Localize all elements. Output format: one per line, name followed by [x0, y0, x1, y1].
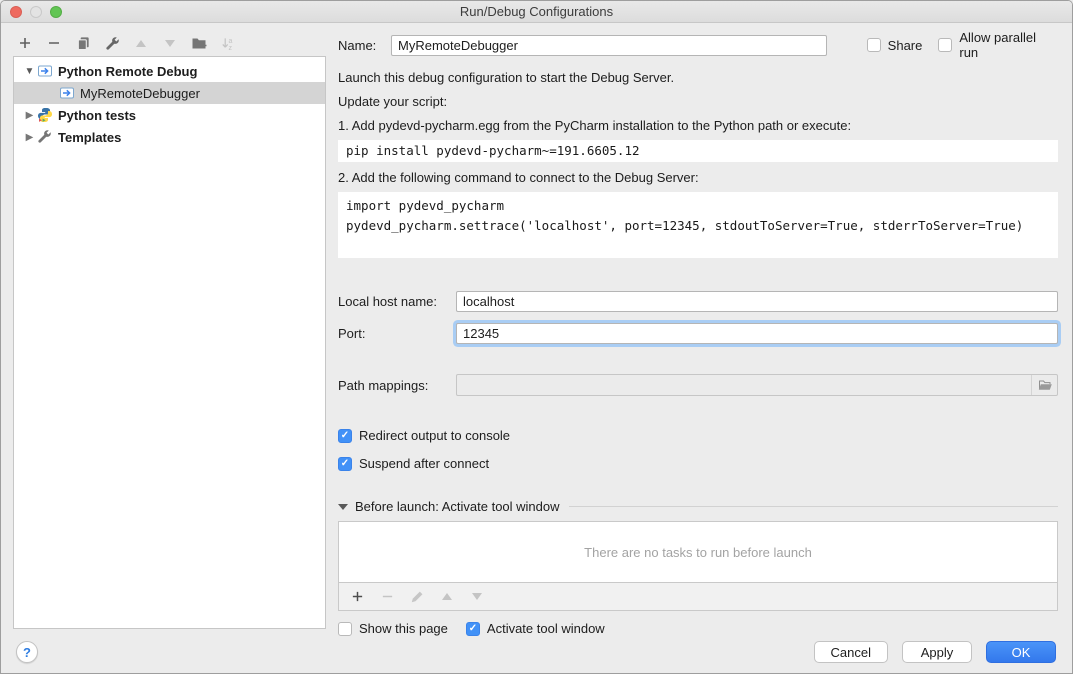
- redirect-output-label: Redirect output to console: [359, 428, 510, 443]
- suspend-after-connect-label: Suspend after connect: [359, 456, 489, 471]
- close-window-button[interactable]: [10, 6, 22, 18]
- show-this-page-label: Show this page: [359, 621, 448, 636]
- instruction-line-1: Launch this debug configuration to start…: [338, 70, 1058, 86]
- before-launch-task-list[interactable]: There are no tasks to run before launch: [338, 521, 1058, 583]
- add-icon[interactable]: [349, 589, 365, 605]
- configuration-form: Name: Share Allow parallel run Launch th…: [338, 23, 1058, 636]
- activate-tool-window-checkbox[interactable]: [466, 622, 480, 636]
- remove-icon[interactable]: [46, 35, 62, 51]
- remote-debug-icon: [59, 85, 75, 101]
- port-input[interactable]: [456, 323, 1058, 344]
- dialog-buttons: Cancel Apply OK: [814, 641, 1056, 663]
- before-launch-header: Before launch: Activate tool window: [338, 499, 1058, 514]
- run-debug-configurations-dialog: Run/Debug Configurations az ▼: [0, 0, 1073, 674]
- suspend-after-connect-checkbox[interactable]: [338, 457, 352, 471]
- move-up-icon[interactable]: [133, 35, 149, 51]
- minimize-window-button[interactable]: [30, 6, 42, 18]
- svg-text:a: a: [228, 38, 232, 45]
- path-mappings-input[interactable]: [456, 374, 1058, 396]
- allow-parallel-run-label: Allow parallel run: [959, 30, 1058, 60]
- help-button[interactable]: ?: [16, 641, 38, 663]
- chevron-down-icon[interactable]: ▼: [22, 66, 37, 77]
- tree-item-label: MyRemoteDebugger: [80, 86, 200, 101]
- name-label: Name:: [338, 38, 382, 53]
- cancel-button[interactable]: Cancel: [814, 641, 888, 663]
- instruction-line-4: 2. Add the following command to connect …: [338, 170, 1058, 186]
- move-down-icon[interactable]: [162, 35, 178, 51]
- tree-item-python-remote-debug[interactable]: ▼ Python Remote Debug: [14, 60, 325, 82]
- sort-alphabetically-icon[interactable]: az: [220, 35, 236, 51]
- tree-item-label: Python Remote Debug: [58, 64, 197, 79]
- show-this-page-checkbox[interactable]: [338, 622, 352, 636]
- collapse-icon[interactable]: [338, 504, 348, 510]
- edit-icon[interactable]: [409, 589, 425, 605]
- port-label: Port:: [338, 326, 456, 341]
- titlebar: Run/Debug Configurations: [1, 1, 1072, 23]
- ok-button[interactable]: OK: [986, 641, 1056, 663]
- wrench-icon: [37, 129, 53, 145]
- before-launch-toolbar: [338, 583, 1058, 611]
- share-checkbox[interactable]: [867, 38, 881, 52]
- add-icon[interactable]: [17, 35, 33, 51]
- remote-debug-icon: [37, 63, 53, 79]
- new-folder-icon[interactable]: [191, 35, 207, 51]
- tree-item-myremotedebugger[interactable]: MyRemoteDebugger: [14, 82, 325, 104]
- chevron-right-icon[interactable]: ▶: [22, 132, 37, 143]
- remove-icon[interactable]: [379, 589, 395, 605]
- apply-button[interactable]: Apply: [902, 641, 972, 663]
- settrace-code: import pydevd_pycharm pydevd_pycharm.set…: [338, 192, 1058, 258]
- zoom-window-button[interactable]: [50, 6, 62, 18]
- pip-install-code: pip install pydevd-pycharm~=191.6605.12: [338, 140, 1058, 162]
- chevron-right-icon[interactable]: ▶: [22, 110, 37, 121]
- svg-text:z: z: [228, 45, 232, 51]
- local-host-name-label: Local host name:: [338, 294, 456, 309]
- tree-item-templates[interactable]: ▶ Templates: [14, 126, 325, 148]
- redirect-output-checkbox[interactable]: [338, 429, 352, 443]
- configurations-toolbar: az: [17, 32, 236, 54]
- open-folder-icon[interactable]: [1031, 375, 1057, 395]
- before-launch-title: Before launch: Activate tool window: [355, 499, 560, 514]
- tree-item-python-tests[interactable]: ▶ Python tests: [14, 104, 325, 126]
- traffic-lights: [10, 6, 62, 18]
- share-label: Share: [888, 38, 923, 53]
- tree-item-label: Python tests: [58, 108, 136, 123]
- settrace-code-line-1: import pydevd_pycharm: [346, 196, 1050, 216]
- allow-parallel-run-checkbox[interactable]: [938, 38, 952, 52]
- activate-tool-window-label: Activate tool window: [487, 621, 605, 636]
- move-up-icon[interactable]: [439, 589, 455, 605]
- path-mappings-label: Path mappings:: [338, 378, 456, 393]
- instruction-line-3: 1. Add pydevd-pycharm.egg from the PyCha…: [338, 118, 1058, 134]
- configurations-tree: ▼ Python Remote Debug MyRemoteDebugger ▶…: [13, 56, 326, 629]
- settrace-code-line-2: pydevd_pycharm.settrace('localhost', por…: [346, 216, 1050, 236]
- name-input[interactable]: [391, 35, 827, 56]
- move-down-icon[interactable]: [469, 589, 485, 605]
- wrench-icon[interactable]: [104, 35, 120, 51]
- tree-item-label: Templates: [58, 130, 121, 145]
- python-tests-icon: [37, 107, 53, 123]
- before-launch-empty-text: There are no tasks to run before launch: [584, 545, 812, 560]
- copy-icon[interactable]: [75, 35, 91, 51]
- instruction-line-2: Update your script:: [338, 94, 1058, 110]
- window-title: Run/Debug Configurations: [460, 4, 613, 19]
- local-host-name-input[interactable]: [456, 291, 1058, 312]
